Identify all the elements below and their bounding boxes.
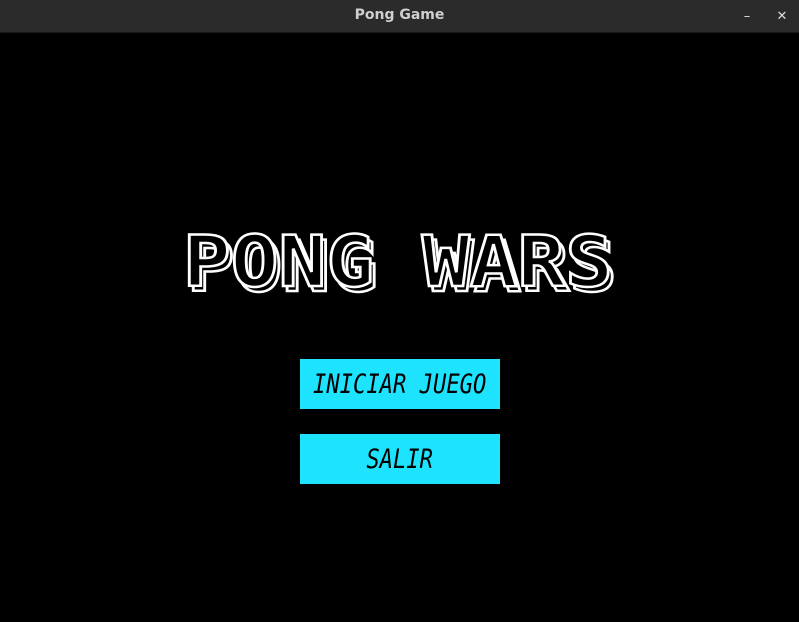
exit-label: SALIR xyxy=(366,443,434,475)
game-canvas: PONG WARS PONG WARS INICIAR JUEGO SALIR xyxy=(0,34,799,622)
exit-button[interactable]: SALIR xyxy=(300,434,500,484)
game-logo-title: PONG WARS xyxy=(183,221,613,303)
start-game-button[interactable]: INICIAR JUEGO xyxy=(300,359,500,409)
close-icon[interactable]: ✕ xyxy=(770,4,794,28)
window-title: Pong Game xyxy=(354,7,445,23)
minimize-icon[interactable]: – xyxy=(735,4,759,28)
start-game-label: INICIAR JUEGO xyxy=(313,368,487,400)
window-titlebar: Pong Game – ✕ xyxy=(0,0,799,33)
game-logo: PONG WARS PONG WARS xyxy=(182,220,619,306)
